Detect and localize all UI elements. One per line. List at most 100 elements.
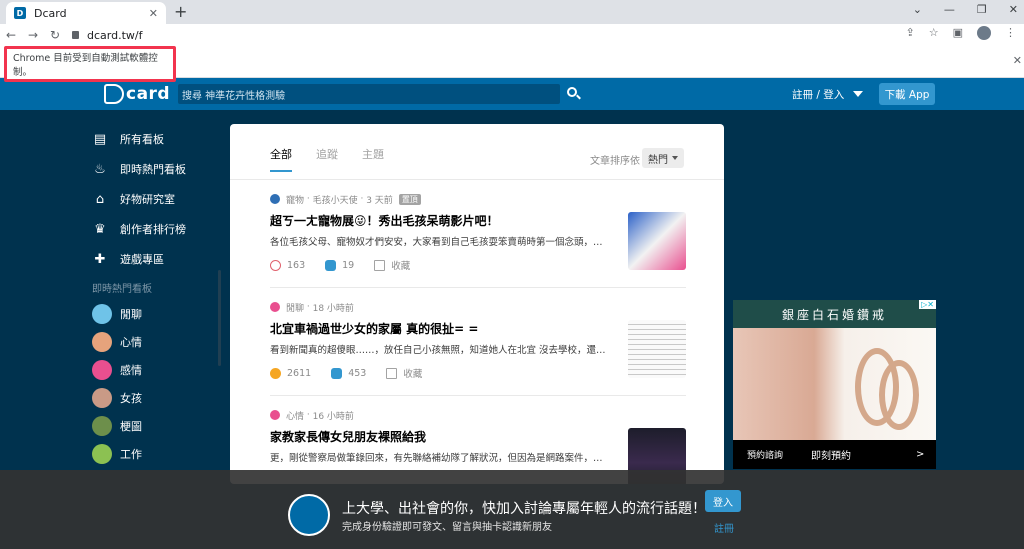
overlay-login-button[interactable]: 登入	[705, 490, 741, 512]
browser-tab[interactable]: D Dcard ✕	[6, 2, 166, 24]
reload-icon[interactable]: ↻	[44, 28, 66, 42]
sidebar-item-games[interactable]: ✚ 遊戲專區	[92, 244, 222, 274]
tab-all[interactable]: 全部	[270, 146, 292, 172]
store-icon: ⌂	[95, 191, 105, 207]
new-tab-button[interactable]: +	[174, 2, 187, 21]
bookmark-icon[interactable]	[386, 367, 398, 379]
heart-icon[interactable]	[270, 259, 281, 271]
post-meta: 閒聊 · 18 小時前	[270, 300, 686, 314]
post-thumbnail[interactable]	[628, 212, 686, 270]
comment-icon[interactable]	[325, 259, 337, 271]
ad-choices-icon[interactable]: ▷✕	[919, 300, 936, 309]
side-panel-icon[interactable]: ▣	[953, 26, 963, 40]
back-arrow-icon[interactable]: ←	[0, 28, 22, 42]
sidebar-item-goods-lab[interactable]: ⌂ 好物研究室	[92, 184, 222, 214]
post-title[interactable]: 北宜車禍過世少女的家屬 真的很扯= =	[270, 320, 686, 337]
board-avatar	[92, 388, 112, 408]
automation-notice: Chrome 目前受到自動測試軟體控制。	[4, 46, 176, 82]
tab-search-icon[interactable]: ⌄	[913, 3, 922, 16]
ad-footer: 預約諮詢 即刻預約 >	[733, 440, 936, 469]
gamepad-icon: ✚	[94, 251, 106, 267]
board-label: 工作	[120, 448, 142, 461]
sidebar-item-label: 所有看板	[120, 133, 164, 146]
save-label[interactable]: 收藏	[403, 366, 422, 380]
comment-icon[interactable]	[331, 367, 343, 379]
signup-overlay: 上大學、出社會的你，快加入討論專屬年輕人的流行話題！ 完成身份驗證即可發文、留言…	[0, 470, 1024, 549]
post-board: 閒聊	[286, 303, 305, 314]
tab-title: Dcard	[34, 6, 67, 20]
sidebar-board-chat[interactable]: 閒聊	[92, 300, 222, 328]
tab-following[interactable]: 追蹤	[316, 146, 338, 172]
sidebar: ▤ 所有看板 ♨ 即時熱門看板 ⌂ 好物研究室 ♛ 創作者排行榜 ✚ 遊戲專區 …	[92, 124, 222, 468]
board-label: 閒聊	[120, 308, 142, 321]
ad-cta-button[interactable]: 即刻預約	[801, 447, 916, 462]
ad-image	[733, 328, 936, 440]
post-excerpt: 更，剛從警察局做筆錄回來，有先聯絡補幼隊了解狀況，但因為是網路案件，員...	[270, 453, 610, 464]
tab-topics[interactable]: 主題	[362, 146, 384, 172]
post-thumbnail[interactable]	[628, 320, 686, 378]
sidebar-item-all-boards[interactable]: ▤ 所有看板	[92, 124, 222, 154]
bookmark-icon[interactable]	[374, 259, 386, 271]
sort-select[interactable]: 熱門	[642, 148, 684, 168]
post-meta: 心情 · 16 小時前	[270, 408, 686, 422]
post-stats: 2611 453 收藏	[270, 366, 686, 380]
profile-avatar[interactable]	[977, 26, 991, 40]
sidebar-item-label: 好物研究室	[120, 193, 175, 206]
infobar-close-icon[interactable]: ✕	[1013, 54, 1022, 67]
trophy-icon: ♛	[94, 221, 106, 237]
logo-text: card	[126, 84, 171, 104]
dcard-logo[interactable]: card	[104, 84, 170, 104]
board-avatar	[92, 444, 112, 464]
menu-kebab-icon[interactable]: ⋮	[1005, 26, 1016, 40]
overlay-register-link[interactable]: 註冊	[714, 520, 734, 535]
ring-advertisement[interactable]: 銀座白石婚鑽戒 ▷✕ 預約諮詢 即刻預約 >	[733, 300, 936, 469]
minimize-button[interactable]: —	[944, 3, 955, 16]
overlay-title: 上大學、出社會的你，快加入討論專屬年輕人的流行話題！	[342, 501, 706, 517]
ad-consult-label: 預約諮詢	[747, 451, 784, 461]
share-icon[interactable]: ⇪	[906, 26, 915, 40]
sidebar-scrollbar[interactable]	[218, 270, 221, 366]
feed-tabs: 全部 追蹤 主題	[270, 146, 384, 172]
board-avatar	[92, 416, 112, 436]
sidebar-board-work[interactable]: 工作	[92, 440, 222, 468]
board-label: 女孩	[120, 392, 142, 405]
download-app-button[interactable]: 下載 App	[879, 83, 935, 105]
chevron-right-icon[interactable]: >	[916, 449, 936, 460]
board-dot-icon	[270, 410, 280, 420]
sidebar-board-relationship[interactable]: 感情	[92, 356, 222, 384]
maximize-button[interactable]: ❐	[977, 3, 987, 16]
tab-close-icon[interactable]: ✕	[149, 7, 158, 20]
like-count: 2611	[287, 367, 312, 379]
sidebar-item-creator-ranking[interactable]: ♛ 創作者排行榜	[92, 214, 222, 244]
post-title[interactable]: 超ㄎ一ㄤ寵物展😜！秀出毛孩呆萌影片吧！	[270, 212, 686, 229]
post-time: 3 天前	[366, 195, 393, 206]
sidebar-board-memes[interactable]: 梗圖	[92, 412, 222, 440]
forward-arrow-icon[interactable]: →	[22, 28, 44, 42]
save-label[interactable]: 收藏	[391, 258, 410, 272]
automation-infobar: Chrome 目前受到自動測試軟體控制。 ✕	[0, 46, 1024, 82]
tab-divider	[230, 179, 724, 180]
search-icon[interactable]	[567, 87, 577, 97]
lock-icon	[72, 31, 79, 39]
like-count: 163	[287, 259, 306, 271]
search-input[interactable]: 搜尋 神準花卉性格測驗	[178, 84, 560, 104]
window-controls: ⌄ — ❐ ✕	[913, 3, 1018, 16]
ad-title: 銀座白石婚鑽戒	[733, 300, 936, 328]
reaction-icon[interactable]	[270, 367, 281, 379]
pinned-badge: 置頂	[398, 193, 421, 205]
close-window-button[interactable]: ✕	[1009, 3, 1018, 16]
bookmark-star-icon[interactable]: ☆	[929, 26, 939, 40]
sidebar-board-mood[interactable]: 心情	[92, 328, 222, 356]
post-item[interactable]: 閒聊 · 18 小時前 北宜車禍過世少女的家屬 真的很扯= = 看到新聞真的超傻…	[270, 300, 686, 396]
board-label: 感情	[120, 364, 142, 377]
login-register-link[interactable]: 註冊 / 登入	[792, 87, 844, 102]
sidebar-item-label: 創作者排行榜	[120, 223, 186, 236]
list-icon: ▤	[93, 131, 107, 147]
post-item[interactable]: 寵物 · 毛孩小天使 · 3 天前 置頂 超ㄎ一ㄤ寵物展😜！秀出毛孩呆萌影片吧！…	[270, 192, 686, 288]
sidebar-board-girls[interactable]: 女孩	[92, 384, 222, 412]
address-bar[interactable]: dcard.tw/f	[72, 29, 142, 42]
post-title[interactable]: 家教家長傳女兒朋友裸照給我	[270, 428, 686, 445]
sidebar-item-hot-boards[interactable]: ♨ 即時熱門看板	[92, 154, 222, 184]
chevron-down-icon[interactable]	[853, 91, 863, 97]
sidebar-section-title: 即時熱門看板	[92, 283, 152, 295]
